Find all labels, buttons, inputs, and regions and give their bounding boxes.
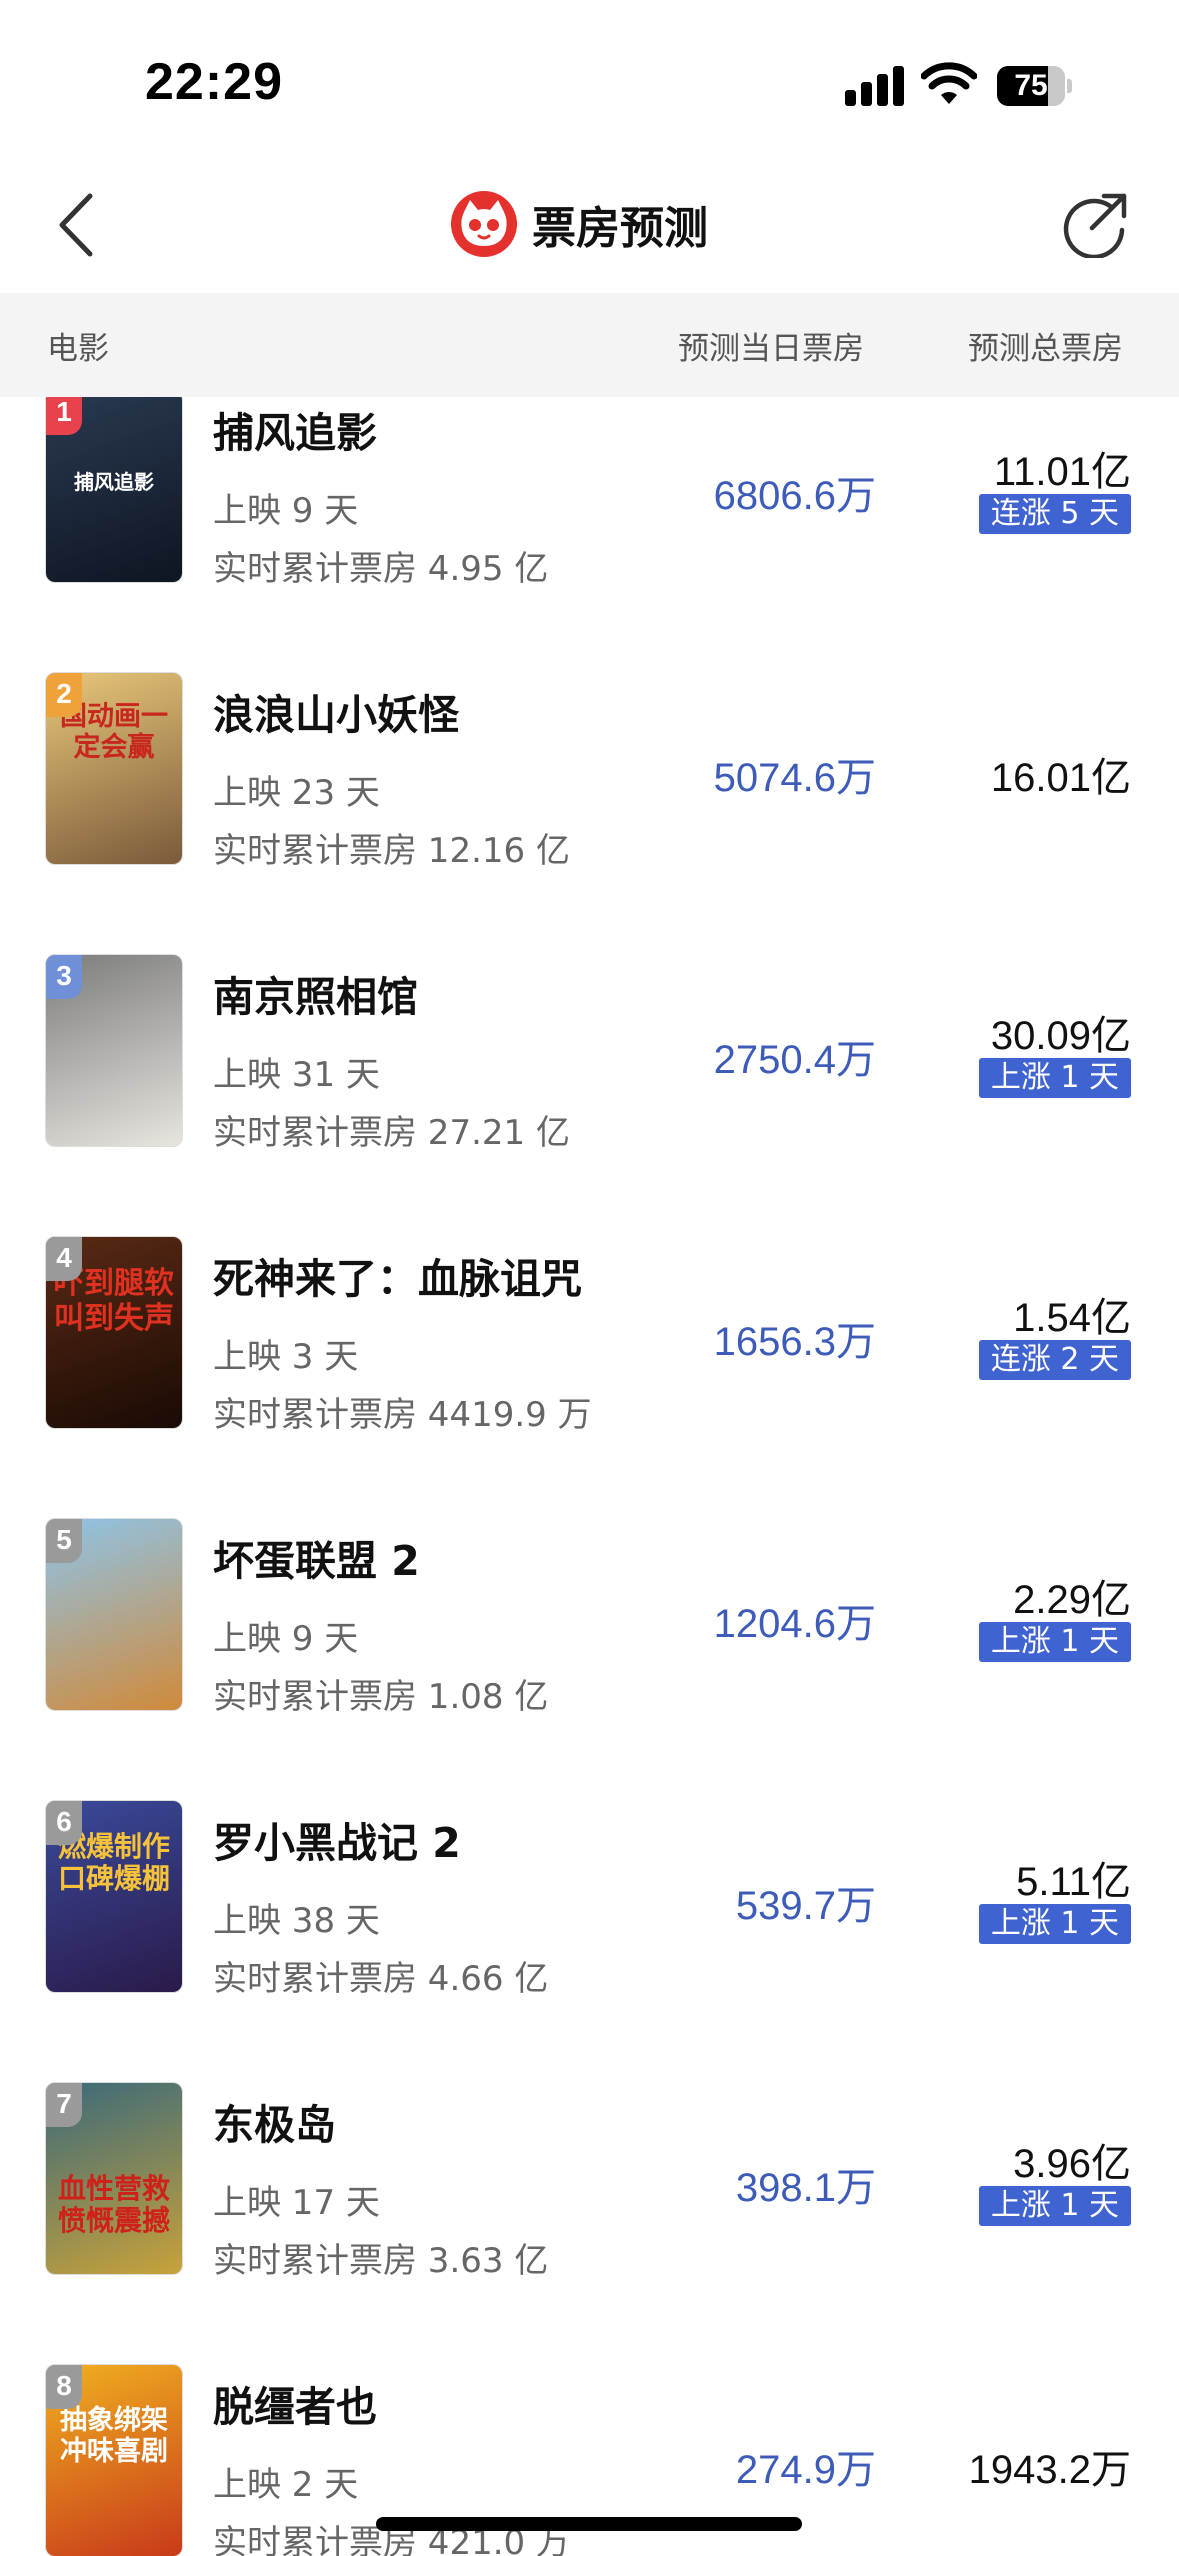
release-days: 上映 17 天 xyxy=(213,2183,380,2223)
release-days: 上映 9 天 xyxy=(213,491,359,531)
rank-badge: 4 xyxy=(46,1237,82,1281)
today-forecast-value: 274.9万 xyxy=(735,2448,876,2492)
total-forecast-value: 1.54亿 xyxy=(1013,1296,1131,1340)
trend-badge: 上涨 1 天 xyxy=(978,2186,1131,2226)
movie-poster: 吓到腿软 叫到失声 4 xyxy=(45,1236,183,1429)
poster-text: 血性营救 愤慨震撼 xyxy=(57,2172,170,2238)
movie-poster: 燃爆制作 口碑爆棚 6 xyxy=(45,1800,183,1993)
today-forecast-value: 2750.4万 xyxy=(713,1038,876,1082)
today-forecast-value: 1656.3万 xyxy=(713,1320,876,1364)
trend-badge: 上涨 1 天 xyxy=(978,1904,1131,1944)
movie-row[interactable]: 捕风追影 1 捕风追影 上映 9 天 实时累计票房 4.95 亿 6806.6万… xyxy=(0,397,1179,679)
title-wrap: 票房预测 xyxy=(450,188,708,260)
cumulative-box-office: 实时累计票房 3.63 亿 xyxy=(213,2241,549,2281)
trend-badge: 连涨 2 天 xyxy=(978,1340,1131,1380)
cat-logo-icon xyxy=(451,191,517,257)
movie-poster: 国动画一定会赢 2 xyxy=(45,672,183,865)
release-days: 上映 3 天 xyxy=(213,1337,359,1377)
movie-poster: 捕风追影 1 xyxy=(45,397,183,583)
battery-icon: 75 xyxy=(997,66,1072,106)
trend-badge: 上涨 1 天 xyxy=(978,1058,1131,1098)
status-bar: 22:29 75 xyxy=(0,0,1179,150)
rank-badge: 7 xyxy=(46,2083,82,2127)
column-today-forecast: 预测当日票房 xyxy=(678,331,864,367)
cumulative-box-office: 实时累计票房 4.66 亿 xyxy=(213,1959,549,1999)
movie-row[interactable]: 吓到腿软 叫到失声 4 死神来了：血脉诅咒 上映 3 天 实时累计票房 4419… xyxy=(0,1236,1179,1525)
cellular-signal-icon xyxy=(845,66,907,106)
rank-badge: 5 xyxy=(46,1519,82,1563)
movie-title: 坏蛋联盟 2 xyxy=(213,1537,420,1585)
release-days: 上映 9 天 xyxy=(213,1619,359,1659)
rank-badge: 3 xyxy=(46,955,82,999)
movie-poster: 5 xyxy=(45,1518,183,1711)
total-forecast-value: 2.29亿 xyxy=(1013,1578,1131,1622)
movie-poster: 3 xyxy=(45,954,183,1147)
movie-row[interactable]: 3 南京照相馆 上映 31 天 实时累计票房 27.21 亿 2750.4万 3… xyxy=(0,954,1179,1243)
total-forecast-value: 5.11亿 xyxy=(1016,1860,1131,1904)
movie-poster: 抽象绑架 冲味喜剧 8 xyxy=(45,2364,183,2556)
movie-row[interactable]: 国动画一定会赢 2 浪浪山小妖怪 上映 23 天 实时累计票房 12.16 亿 … xyxy=(0,672,1179,961)
release-days: 上映 23 天 xyxy=(213,773,380,813)
release-days: 上映 38 天 xyxy=(213,1901,380,1941)
movie-title: 南京照相馆 xyxy=(213,973,418,1021)
total-forecast-value: 11.01亿 xyxy=(993,450,1131,494)
nav-bar: 票房预测 xyxy=(0,150,1179,290)
movie-poster: 血性营救 愤慨震撼 7 xyxy=(45,2082,183,2275)
today-forecast-value: 1204.6万 xyxy=(713,1602,876,1646)
status-time: 22:29 xyxy=(145,53,283,111)
poster-text: 捕风追影 xyxy=(74,470,154,494)
cumulative-box-office: 实时累计票房 12.16 亿 xyxy=(213,831,570,871)
cumulative-box-office: 实时累计票房 1.08 亿 xyxy=(213,1677,549,1717)
rank-badge: 1 xyxy=(46,397,82,435)
total-forecast-value: 1943.2万 xyxy=(968,2448,1131,2492)
movie-title: 东极岛 xyxy=(213,2101,336,2149)
cumulative-box-office: 实时累计票房 4.95 亿 xyxy=(213,549,549,589)
rank-badge: 2 xyxy=(46,673,82,717)
today-forecast-value: 398.1万 xyxy=(735,2166,876,2210)
movie-title: 浪浪山小妖怪 xyxy=(213,691,459,739)
share-icon xyxy=(1063,193,1127,258)
column-header: 电影 预测当日票房 预测总票房 xyxy=(0,293,1179,397)
page-title: 票房预测 xyxy=(532,203,708,254)
total-forecast-value: 3.96亿 xyxy=(1013,2142,1131,2186)
cumulative-box-office: 实时累计票房 4419.9 万 xyxy=(213,1395,592,1435)
back-button[interactable] xyxy=(48,190,108,260)
today-forecast-value: 6806.6万 xyxy=(713,474,876,518)
wifi-icon xyxy=(921,62,977,104)
poster-text: 抽象绑架 冲味喜剧 xyxy=(60,2405,168,2468)
trend-badge: 连涨 5 天 xyxy=(978,494,1131,534)
chevron-left-icon xyxy=(59,193,93,257)
release-days: 上映 31 天 xyxy=(213,1055,380,1095)
battery-level: 75 xyxy=(1014,69,1048,102)
column-movie: 电影 xyxy=(47,331,109,367)
cumulative-box-office: 实时累计票房 27.21 亿 xyxy=(213,1113,570,1153)
share-button[interactable] xyxy=(1062,192,1128,258)
rank-badge: 6 xyxy=(46,1801,82,1845)
movie-list: 捕风追影 1 捕风追影 上映 9 天 实时累计票房 4.95 亿 6806.6万… xyxy=(0,397,1179,2556)
movie-row[interactable]: 燃爆制作 口碑爆棚 6 罗小黑战记 2 上映 38 天 实时累计票房 4.66 … xyxy=(0,1800,1179,2089)
trend-badge: 上涨 1 天 xyxy=(978,1622,1131,1662)
rank-badge: 8 xyxy=(46,2365,82,2409)
home-indicator[interactable] xyxy=(376,2517,802,2531)
movie-row[interactable]: 5 坏蛋联盟 2 上映 9 天 实时累计票房 1.08 亿 1204.6万 2.… xyxy=(0,1518,1179,1807)
total-forecast-value: 16.01亿 xyxy=(990,756,1131,800)
today-forecast-value: 5074.6万 xyxy=(713,756,876,800)
release-days: 上映 2 天 xyxy=(213,2465,359,2505)
movie-row[interactable]: 血性营救 愤慨震撼 7 东极岛 上映 17 天 实时累计票房 3.63 亿 39… xyxy=(0,2082,1179,2371)
column-total-forecast: 预测总票房 xyxy=(968,331,1123,367)
movie-title: 罗小黑战记 2 xyxy=(213,1819,461,1867)
today-forecast-value: 539.7万 xyxy=(735,1884,876,1928)
movie-title: 脱缰者也 xyxy=(213,2383,377,2431)
movie-title: 捕风追影 xyxy=(213,409,377,457)
total-forecast-value: 30.09亿 xyxy=(990,1014,1131,1058)
movie-title: 死神来了：血脉诅咒 xyxy=(213,1255,582,1303)
